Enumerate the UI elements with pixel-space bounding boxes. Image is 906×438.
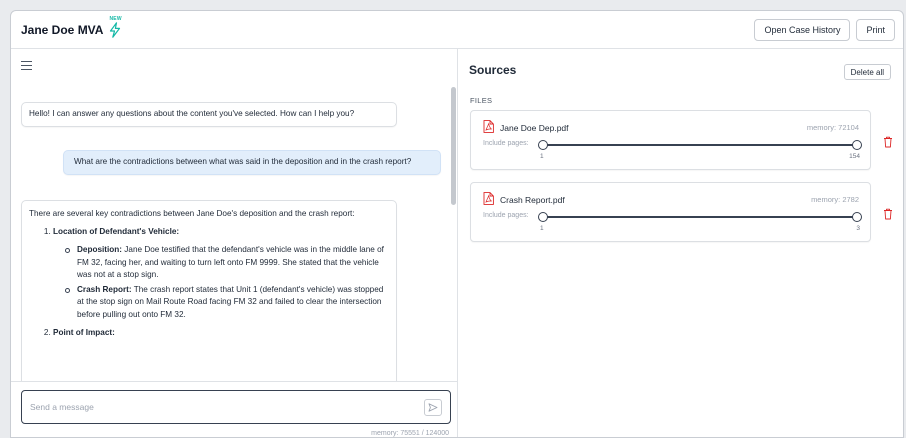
trash-icon[interactable] bbox=[883, 136, 893, 148]
slider-track bbox=[543, 144, 857, 146]
open-case-history-button[interactable]: Open Case History bbox=[754, 18, 851, 41]
page-range-slider[interactable] bbox=[538, 212, 862, 222]
slider-track bbox=[543, 216, 857, 218]
files-section-label: FILES bbox=[470, 96, 493, 105]
user-message: What are the contradictions between what… bbox=[63, 150, 441, 175]
page-range-max: 3 bbox=[856, 225, 860, 232]
file-name[interactable]: Crash Report.pdf bbox=[500, 195, 565, 205]
bullet-label: Deposition: bbox=[77, 245, 123, 254]
send-icon bbox=[428, 403, 438, 412]
file-card: Jane Doe Dep.pdf memory: 72104 Include p… bbox=[470, 110, 871, 170]
page-range-min: 1 bbox=[540, 153, 544, 160]
message-composer bbox=[21, 390, 451, 424]
header-actions: Open Case History Print bbox=[754, 18, 895, 41]
include-pages-label: Include pages: bbox=[483, 140, 529, 147]
lightning-icon bbox=[110, 21, 121, 38]
slider-thumb-end[interactable] bbox=[852, 212, 862, 222]
include-pages-label: Include pages: bbox=[483, 212, 529, 219]
bullet-item: Deposition: Jane Doe testified that the … bbox=[63, 244, 389, 282]
slider-thumb-start[interactable] bbox=[538, 140, 548, 150]
file-card: Crash Report.pdf memory: 2782 Include pa… bbox=[470, 182, 871, 242]
pdf-file-icon bbox=[483, 120, 494, 133]
contradiction-title: Point of Impact: bbox=[53, 328, 115, 337]
app-header: Jane Doe MVA NEW Open Case History Print bbox=[11, 11, 903, 49]
menu-icon[interactable] bbox=[21, 61, 32, 70]
app-title: Jane Doe MVA bbox=[21, 22, 104, 37]
memory-total: memory: 75551 / 124000 bbox=[371, 430, 449, 437]
composer-area: memory: 75551 / 124000 bbox=[11, 381, 457, 437]
chat-messages[interactable]: Hello! I can answer any questions about … bbox=[11, 87, 458, 393]
contradiction-title: Location of Defendant's Vehicle: bbox=[53, 226, 180, 236]
pdf-file-icon bbox=[483, 192, 494, 205]
app-window: Jane Doe MVA NEW Open Case History Print… bbox=[10, 10, 904, 438]
contradiction-bullets: Deposition: Jane Doe testified that the … bbox=[63, 244, 389, 321]
contradiction-list: Location of Defendant's Vehicle: Deposit… bbox=[53, 226, 389, 340]
assistant-message-text: Hello! I can answer any questions about … bbox=[29, 109, 355, 118]
new-feature-badge: NEW bbox=[107, 16, 125, 40]
message-input[interactable] bbox=[30, 400, 410, 414]
send-button[interactable] bbox=[424, 399, 442, 416]
contradiction-item: Location of Defendant's Vehicle: Deposit… bbox=[53, 226, 389, 322]
page-range-slider[interactable] bbox=[538, 140, 862, 150]
chat-pane: Hello! I can answer any questions about … bbox=[11, 49, 458, 437]
file-name[interactable]: Jane Doe Dep.pdf bbox=[500, 123, 569, 133]
trash-icon[interactable] bbox=[883, 208, 893, 220]
slider-thumb-start[interactable] bbox=[538, 212, 548, 222]
print-button[interactable]: Print bbox=[856, 18, 895, 41]
slider-thumb-end[interactable] bbox=[852, 140, 862, 150]
sources-title: Sources bbox=[469, 63, 517, 77]
bullet-label: Crash Report: bbox=[77, 284, 132, 294]
answer-intro: There are several key contradictions bet… bbox=[29, 209, 355, 218]
chat-scrollbar[interactable] bbox=[451, 87, 456, 205]
bullet-item: Crash Report: The crash report states th… bbox=[63, 284, 389, 322]
file-memory: memory: 2782 bbox=[811, 195, 859, 204]
assistant-message: Hello! I can answer any questions about … bbox=[21, 102, 397, 127]
sources-pane: Sources Delete all FILES Jane Doe Dep.pd… bbox=[459, 49, 903, 437]
bullet-text: Jane Doe testified that the defendant's … bbox=[77, 245, 384, 279]
user-message-text: What are the contradictions between what… bbox=[74, 157, 412, 166]
delete-all-button[interactable]: Delete all bbox=[843, 64, 891, 80]
file-memory: memory: 72104 bbox=[806, 123, 859, 132]
contradiction-item: Point of Impact: bbox=[53, 327, 389, 340]
page-range-min: 1 bbox=[540, 225, 544, 232]
assistant-answer: There are several key contradictions bet… bbox=[21, 200, 397, 393]
page-range-max: 154 bbox=[849, 153, 860, 160]
